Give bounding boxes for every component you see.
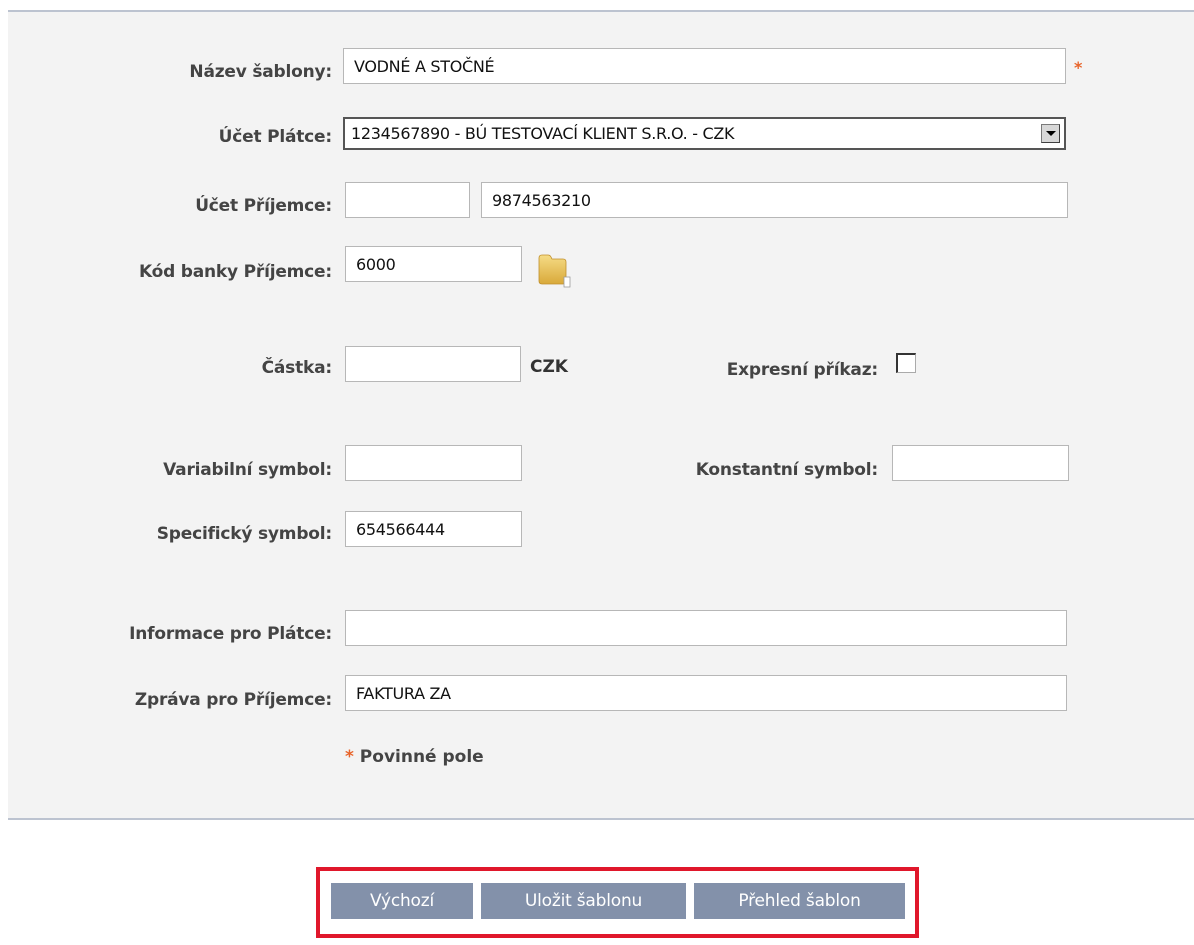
payee-account-label: Účet Příjemce: [195, 196, 332, 216]
payer-info-label: Informace pro Plátce: [129, 624, 332, 644]
template-name-input[interactable]: VODNÉ A STOČNÉ [343, 48, 1066, 84]
amount-label: Částka: [261, 358, 333, 378]
constant-symbol-label: Konstantní symbol: [695, 460, 878, 480]
amount-input[interactable] [345, 346, 521, 382]
required-fields-note: * Povinné pole [345, 747, 484, 767]
payer-account-select[interactable]: 1234567890 - BÚ TESTOVACÍ KLIENT S.R.O. … [343, 117, 1066, 150]
payer-account-label: Účet Plátce: [218, 127, 333, 147]
dropdown-arrow-icon[interactable] [1041, 124, 1060, 143]
default-button[interactable]: Výchozí [331, 883, 473, 919]
payee-message-label: Zpráva pro Příjemce: [134, 690, 332, 710]
template-name-label: Název šablony: [189, 62, 332, 82]
payee-account-number-input[interactable]: 9874563210 [481, 182, 1068, 218]
payee-account-prefix-input[interactable] [345, 182, 470, 218]
payer-account-selected-value: 1234567890 - BÚ TESTOVACÍ KLIENT S.R.O. … [351, 124, 735, 143]
required-star: * [1074, 58, 1083, 77]
constant-symbol-input[interactable] [892, 445, 1069, 481]
required-note-star: * [345, 747, 354, 767]
payer-info-input[interactable] [345, 610, 1067, 646]
currency-label: CZK [530, 357, 568, 377]
variable-symbol-label: Variabilní symbol: [163, 460, 332, 480]
specific-symbol-input[interactable]: 654566444 [345, 511, 522, 547]
express-order-label: Expresní příkaz: [726, 360, 878, 380]
payee-bank-code-label: Kód banky Příjemce: [138, 262, 332, 282]
required-note-text: Povinné pole [353, 747, 484, 767]
specific-symbol-label: Specifický symbol: [156, 524, 332, 544]
variable-symbol-input[interactable] [345, 445, 522, 481]
express-order-checkbox[interactable] [896, 353, 916, 373]
payee-message-input[interactable]: FAKTURA ZA [345, 675, 1067, 711]
payee-bank-code-input[interactable]: 6000 [345, 246, 522, 282]
save-template-button[interactable]: Uložit šablonu [481, 883, 686, 919]
folder-icon[interactable] [537, 250, 571, 288]
template-overview-button[interactable]: Přehled šablon [694, 883, 905, 919]
